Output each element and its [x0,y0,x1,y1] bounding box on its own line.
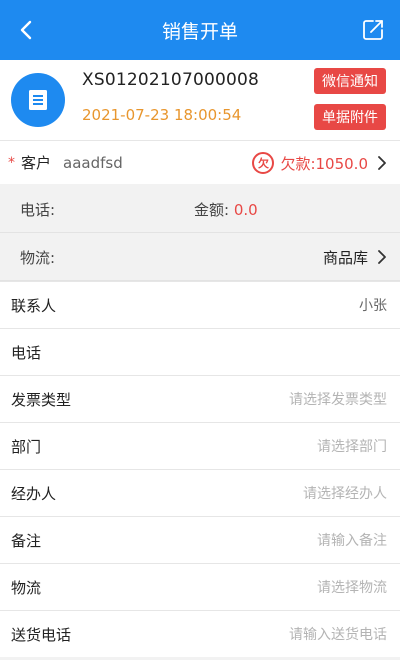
logistics-row[interactable]: 物流: 商品库 [0,234,400,281]
delivery-phone-placeholder[interactable]: 请输入送货电话 [289,624,387,644]
field-label: 经办人 [11,484,57,503]
field-label: 备注 [11,531,42,550]
amount-display: 金额: 0.0 [194,199,258,220]
debt-badge-icon: 欠 [252,152,275,174]
field-label: 发票类型 [11,390,72,409]
logistics-label: 物流: [20,248,56,267]
customer-value: aaadfsd [63,153,123,172]
document-icon [11,73,65,127]
field-label: 联系人 [11,296,57,315]
debt-amount: 欠款:1050.0 [280,154,368,173]
contact-field-row[interactable]: 联系人 小张 [0,281,400,328]
logistics-value: 商品库 [322,248,368,267]
order-card: XS01202107000008 2021-07-23 18:00:54 微信通… [0,60,400,140]
chevron-left-icon [20,20,32,40]
customer-label: 客户 [21,154,52,172]
chevron-right-icon [376,155,388,171]
field-label: 物流 [11,578,42,597]
remark-placeholder[interactable]: 请输入备注 [317,530,387,550]
logistics-placeholder[interactable]: 请选择物流 [317,577,387,597]
invoice-type-field-row[interactable]: 发票类型 请选择发票类型 [0,375,400,422]
amount-value: 0.0 [233,200,258,219]
remark-field-row[interactable]: 备注 请输入备注 [0,516,400,563]
customer-row[interactable]: * 客户 aaadfsd 欠 欠款:1050.0 [0,140,400,184]
chevron-right-icon [376,249,388,265]
wechat-notify-button[interactable]: 微信通知 [314,68,386,94]
delivery-phone-field-row[interactable]: 送货电话 请输入送货电话 [0,610,400,657]
department-placeholder[interactable]: 请选择部门 [317,436,387,456]
phone-field-row[interactable]: 电话 [0,328,400,375]
edit-button[interactable] [356,13,390,47]
handler-field-row[interactable]: 经办人 请选择经办人 [0,469,400,516]
amount-label: 金额: [194,200,230,219]
department-field-row[interactable]: 部门 请选择部门 [0,422,400,469]
form-list: 联系人 小张 电话 发票类型 请选择发票类型 部门 请选择部门 经办人 请选择经… [0,281,400,657]
back-button[interactable] [10,13,44,47]
phone-amount-row: 电话: 金额: 0.0 [0,186,400,233]
contact-value[interactable]: 小张 [359,295,387,315]
attachment-button[interactable]: 单据附件 [314,104,386,130]
phone-label: 电话: [20,200,56,219]
order-number: XS01202107000008 [82,70,260,90]
field-label: 部门 [11,437,42,456]
page-title: 销售开单 [161,20,238,43]
logistics-field-row[interactable]: 物流 请选择物流 [0,563,400,610]
invoice-type-placeholder[interactable]: 请选择发票类型 [289,389,387,409]
field-label: 电话 [11,343,42,362]
required-mark: * [8,154,15,171]
order-datetime: 2021-07-23 18:00:54 [82,106,242,124]
top-bar: 销售开单 [0,0,400,60]
edit-icon [363,20,383,40]
debt-info[interactable]: 欠 欠款:1050.0 [252,141,388,185]
logistics-selector[interactable]: 商品库 [323,247,388,268]
field-label: 送货电话 [11,625,72,644]
handler-placeholder[interactable]: 请选择经办人 [303,483,387,503]
